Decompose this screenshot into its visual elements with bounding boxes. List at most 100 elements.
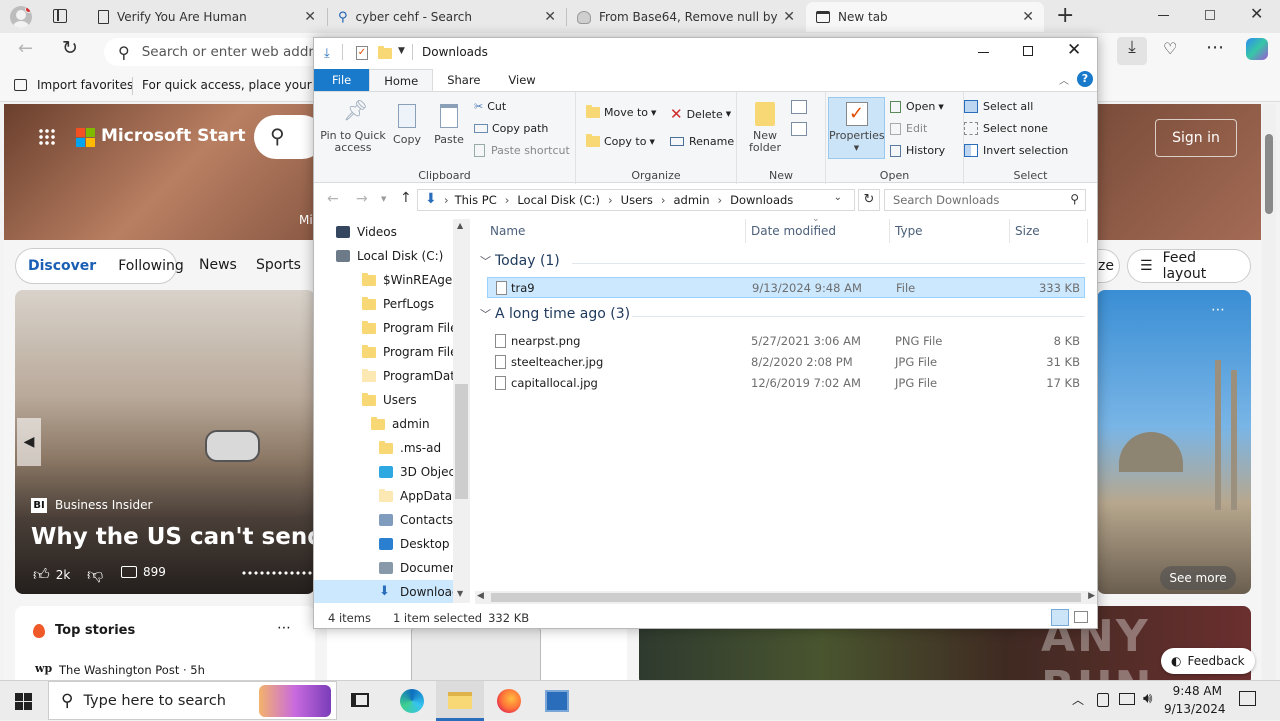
restore-icon[interactable]: [1205, 10, 1215, 20]
tab-view[interactable]: View: [494, 69, 549, 91]
task-view-icon[interactable]: [351, 693, 369, 707]
app-launcher-icon[interactable]: [38, 128, 56, 146]
path-this-pc[interactable]: This PC: [455, 193, 497, 207]
scroll-thumb[interactable]: [491, 593, 1081, 602]
close-icon[interactable]: ✕: [783, 9, 795, 25]
delete-button[interactable]: ✕ Delete ▼: [670, 105, 731, 123]
new-tab-plus-icon[interactable]: +: [1056, 3, 1074, 28]
scroll-right-icon[interactable]: ▶: [1088, 591, 1095, 601]
more-options-icon[interactable]: ⋯: [277, 620, 291, 636]
select-none-button[interactable]: Select none: [964, 122, 1048, 135]
tab-sports[interactable]: Sports: [256, 257, 301, 273]
collapse-ribbon-icon[interactable]: ︿: [1059, 72, 1069, 87]
paste-shortcut-button[interactable]: Paste shortcut: [474, 144, 570, 157]
taskbar-search-box[interactable]: ⚲ Type here to search: [48, 681, 337, 720]
scroll-left-icon[interactable]: ◀: [477, 591, 484, 601]
easy-access-icon[interactable]: [791, 122, 807, 136]
more-options-icon[interactable]: ⋯: [1211, 302, 1225, 318]
address-path[interactable]: ⬇ › This PC › Local Disk (C:) › Users › adm…: [417, 189, 855, 211]
path-users[interactable]: Users: [621, 193, 653, 207]
qat-dropdown-icon[interactable]: ▼: [398, 46, 405, 56]
large-icons-view-icon[interactable]: [1074, 611, 1088, 623]
feedback-button[interactable]: ◐ Feedback: [1161, 648, 1255, 674]
tab-home[interactable]: Home: [369, 69, 434, 91]
close-icon[interactable]: ✕: [1022, 9, 1034, 25]
recent-dropdown-icon[interactable]: ▼: [381, 195, 386, 203]
open-button[interactable]: Open ▼: [890, 100, 944, 113]
scroll-up-icon[interactable]: ▲: [457, 221, 463, 230]
edge-app-icon[interactable]: [400, 689, 424, 713]
carousel-prev-button[interactable]: ◀: [17, 418, 41, 466]
move-to-button[interactable]: Move to ▼: [586, 105, 656, 119]
tree-item[interactable]: .ms-ad: [379, 436, 441, 460]
file-row[interactable]: tra9 9/13/2024 9:48 AM File 333 KB: [487, 277, 1085, 298]
thumbs-down-icon[interactable]: 👎︎: [87, 565, 103, 585]
volume-icon[interactable]: 🔊︎: [1143, 689, 1152, 707]
properties-check-icon[interactable]: ✓: [356, 46, 368, 60]
tab-verify-human[interactable]: Verify You Are Human ✕: [88, 2, 326, 32]
mosque-image-card[interactable]: ⋯ See more: [1097, 290, 1251, 594]
tree-item[interactable]: $WinREAgent: [362, 268, 465, 292]
tree-item[interactable]: Videos: [336, 220, 397, 244]
browser-essentials-icon[interactable]: ♡: [1163, 39, 1177, 58]
refresh-icon[interactable]: ↻: [858, 189, 880, 211]
path-admin[interactable]: admin: [673, 193, 709, 207]
tree-item[interactable]: PerfLogs: [362, 292, 434, 316]
path-downloads[interactable]: Downloads: [730, 193, 793, 207]
feed-layout-button[interactable]: ☰ Feed layout: [1127, 249, 1251, 283]
back-arrow-icon[interactable]: ←: [18, 38, 33, 59]
carousel-dots[interactable]: [241, 569, 315, 577]
new-item-icon[interactable]: [791, 100, 807, 114]
horizontal-scrollbar[interactable]: ◀ ▶: [475, 591, 1097, 604]
file-row[interactable]: capitallocal.jpg 12/6/2019 7:02 AM JPG F…: [487, 372, 1085, 393]
properties-button[interactable]: ✓ Properties ▼: [828, 97, 885, 159]
msn-right-scrollbar[interactable]: [1262, 104, 1276, 680]
save-icon[interactable]: ⤓: [324, 46, 330, 61]
comments-button[interactable]: 899: [121, 565, 166, 579]
scroll-thumb[interactable]: [455, 384, 468, 499]
close-window-icon[interactable]: ✕: [1250, 4, 1263, 23]
tab-following[interactable]: Following: [118, 258, 184, 274]
path-dropdown-icon[interactable]: ⌄: [834, 192, 842, 203]
tree-item[interactable]: ⬇ Downloads: [314, 580, 466, 603]
address-bar[interactable]: ⚲ Search or enter web address: [104, 38, 324, 66]
rename-button[interactable]: Rename: [670, 135, 734, 148]
details-view-icon[interactable]: [1051, 609, 1069, 626]
close-icon[interactable]: ✕: [544, 9, 556, 25]
column-size[interactable]: Size: [1015, 224, 1040, 238]
up-arrow-icon[interactable]: ↑: [400, 190, 412, 206]
clock-time[interactable]: 9:48 AM: [1172, 684, 1222, 698]
tree-item[interactable]: Users: [362, 388, 417, 412]
more-menu-icon[interactable]: ⋯: [1206, 37, 1224, 58]
see-more-button[interactable]: See more: [1160, 566, 1236, 590]
tree-item[interactable]: Program Files: [362, 316, 464, 340]
select-all-button[interactable]: Select all: [964, 100, 1033, 113]
tree-item[interactable]: ProgramData: [362, 364, 462, 388]
file-row[interactable]: steelteacher.jpg 8/2/2020 2:08 PM JPG Fi…: [487, 351, 1085, 372]
import-favorites-button[interactable]: Import favorites: [14, 78, 133, 92]
close-icon[interactable]: ✕: [304, 9, 316, 25]
tab-new-tab[interactable]: New tab ✕: [806, 2, 1044, 32]
refresh-icon[interactable]: ↻: [62, 37, 78, 59]
network-icon[interactable]: [1119, 693, 1135, 705]
copy-button[interactable]: Copy: [390, 104, 424, 146]
notifications-icon[interactable]: [1239, 691, 1256, 706]
tree-item[interactable]: Program Files: [362, 340, 464, 364]
minimize-icon[interactable]: [1158, 15, 1169, 16]
paste-button[interactable]: Paste: [430, 104, 468, 146]
story-headline[interactable]: Why the US can't send hu: [31, 524, 315, 550]
edit-button[interactable]: Edit: [890, 122, 927, 135]
group-header-today[interactable]: ﹀ Today (1): [480, 253, 560, 269]
nav-back-icon[interactable]: ←: [327, 191, 339, 207]
new-folder-button[interactable]: New folder: [743, 102, 787, 154]
scroll-down-icon[interactable]: ▼: [457, 589, 463, 598]
cut-button[interactable]: ✂ Cut: [474, 100, 506, 113]
copilot-icon[interactable]: [1246, 38, 1268, 60]
tab-actions-icon[interactable]: [53, 9, 67, 23]
tree-item[interactable]: Contacts: [379, 508, 453, 532]
tree-item[interactable]: Desktop: [379, 532, 450, 556]
like-button[interactable]: 👍︎ 2k: [33, 565, 70, 585]
copy-path-button[interactable]: Copy path: [474, 122, 548, 135]
copy-to-button[interactable]: Copy to ▼: [586, 134, 655, 148]
tab-discover[interactable]: Discover: [28, 258, 96, 274]
